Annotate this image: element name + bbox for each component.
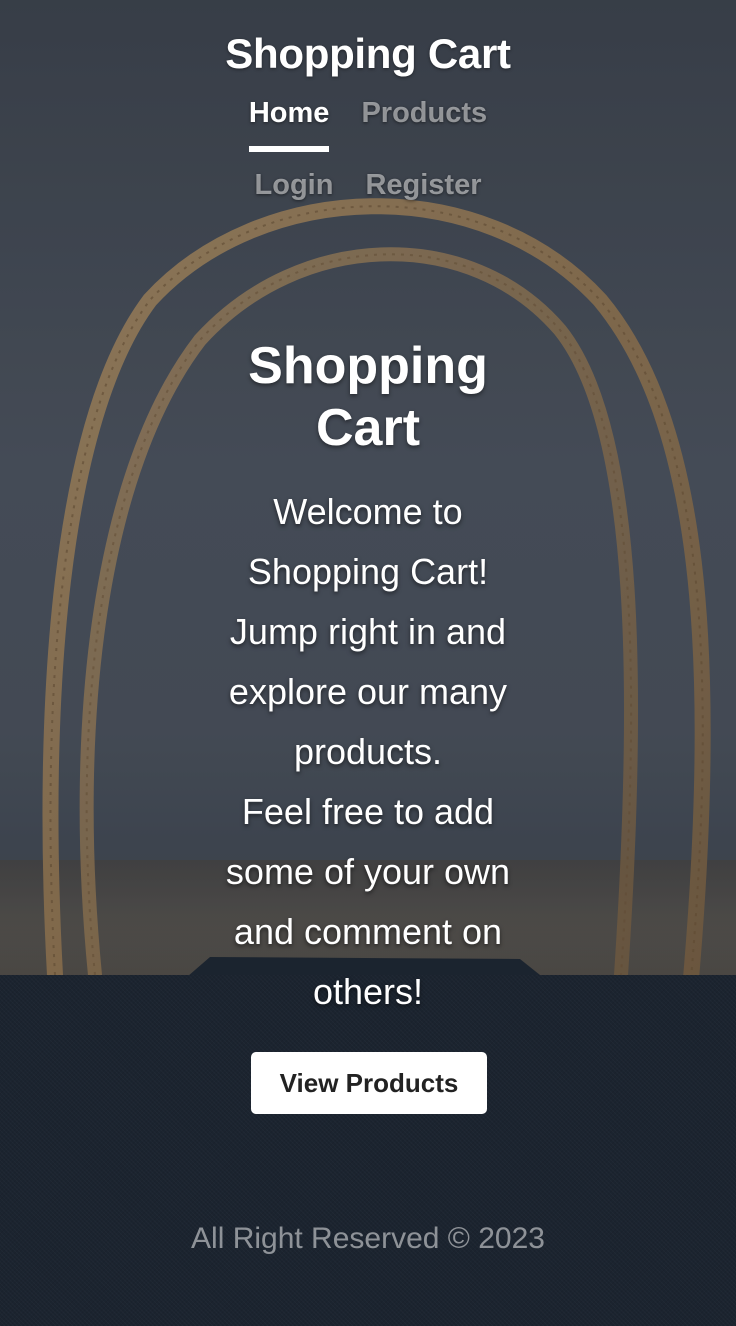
- hero-paragraph-welcome: Welcome to Shopping Cart! Jump right in …: [228, 491, 508, 772]
- nav-link-login[interactable]: Login: [255, 169, 334, 212]
- hero-paragraph-invite: Feel free to add some of your own and co…: [225, 791, 511, 1012]
- nav-row-secondary: Login Register: [0, 169, 736, 212]
- hero-text: Welcome to Shopping Cart! Jump right in …: [208, 482, 528, 1022]
- main-content: Shopping Cart Home Products Login Regist…: [0, 0, 736, 1326]
- site-brand[interactable]: Shopping Cart: [0, 30, 736, 78]
- nav-link-home[interactable]: Home: [248, 97, 329, 152]
- page-background: Shopping Cart Home Products Login Regist…: [0, 0, 736, 1326]
- nav-row-primary: Home Products: [0, 97, 736, 152]
- nav-link-products[interactable]: Products: [361, 97, 487, 140]
- hero-title: Shopping Cart: [248, 337, 488, 457]
- nav-link-register[interactable]: Register: [365, 169, 481, 212]
- view-products-button[interactable]: View Products: [251, 1052, 487, 1114]
- footer-copyright: All Right Reserved © 2023: [191, 1222, 545, 1255]
